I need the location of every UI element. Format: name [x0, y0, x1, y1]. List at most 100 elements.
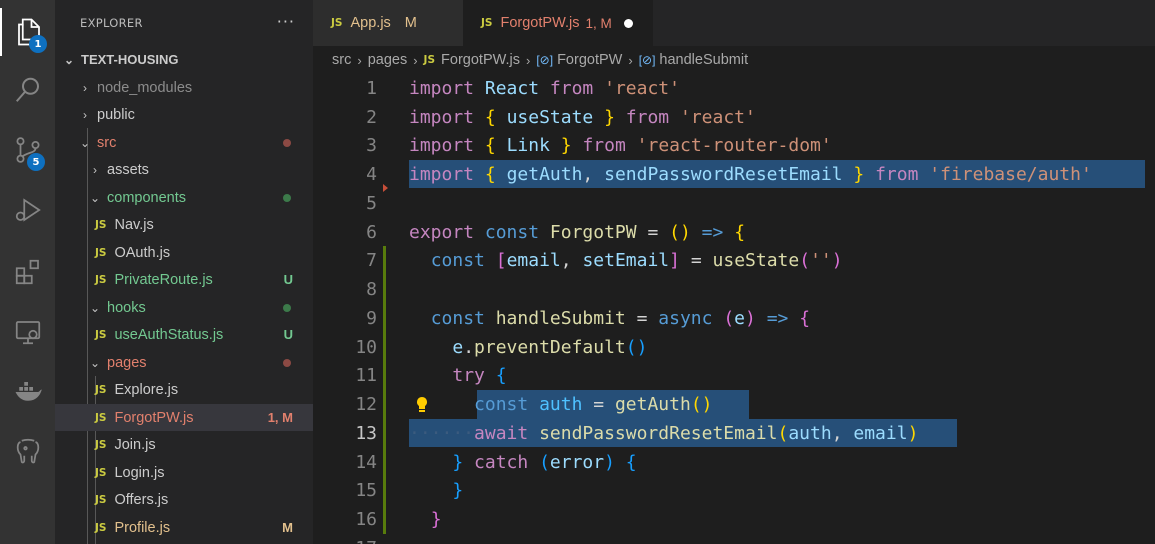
chevron-right-icon: › [83, 107, 87, 122]
source-control-badge: 5 [27, 153, 45, 171]
line-number: 2 [366, 107, 377, 128]
tree-item-nav-js[interactable]: JS Nav.js [55, 211, 313, 238]
tab-label: App.js [350, 15, 391, 31]
search-icon[interactable] [0, 66, 55, 114]
tree-item-label: ForgotPW.js [114, 409, 194, 426]
source-control-icon[interactable]: 5 [0, 126, 55, 174]
tree-item-profile-js[interactable]: JS Profile.js M [55, 514, 313, 541]
code-line: import { Link } from 'react-router-dom' [409, 135, 832, 156]
tab-forgotpw-js[interactable]: JS ForgotPW.js 1, M [463, 0, 653, 46]
breadcrumb: src › pages › JS ForgotPW.js › [⊘] Forgo… [313, 46, 1155, 74]
line-number: 6 [366, 222, 377, 243]
git-status: U [283, 327, 293, 342]
tree-item-assets[interactable]: › assets [55, 156, 313, 183]
explorer-icon[interactable]: 1 [0, 8, 55, 56]
breadcrumb-item[interactable]: src [332, 52, 351, 68]
run-debug-icon[interactable] [0, 186, 55, 234]
tree-item-login-js[interactable]: JS Login.js [55, 459, 313, 486]
tab-status: M [404, 15, 417, 31]
chevron-right-icon: › [357, 52, 362, 68]
tree-item-useauthstatus-js[interactable]: JS useAuthStatus.js U [55, 321, 313, 348]
explorer-sidebar: EXPLORER ··· ⌄ TEXT-HOUSING › node_modul… [55, 0, 313, 544]
tree-item-label: pages [107, 354, 147, 371]
line-number: 7 [366, 250, 377, 271]
line-number: 15 [355, 480, 377, 501]
js-file-icon: JS [95, 493, 107, 506]
extensions-icon[interactable] [0, 248, 55, 296]
code-editor[interactable]: 1 2 3 4 5 6 7 8 9 10 11 12 13 14 15 16 1… [313, 74, 1155, 544]
tab-app-js[interactable]: JS App.js M [313, 0, 463, 46]
tree-item-src[interactable]: ⌄ src [55, 129, 313, 156]
code-line: const handleSubmit = async (e) => { [430, 308, 811, 329]
more-actions-icon[interactable]: ··· [277, 12, 295, 31]
line-number: 3 [366, 135, 377, 156]
unsaved-dot-icon[interactable] [623, 18, 633, 28]
code-line: } [430, 509, 442, 530]
tree-item-label: Profile.js [114, 519, 171, 536]
database-icon[interactable] [0, 428, 55, 476]
tree-item-label: Join.js [114, 436, 156, 453]
tree-item-explore-js[interactable]: JS Explore.js [55, 376, 313, 403]
line-number: 5 [366, 193, 377, 214]
breadcrumb-item[interactable]: pages [368, 52, 408, 68]
js-file-icon: JS [95, 328, 107, 341]
tree-item-pages[interactable]: ⌄ pages [55, 349, 313, 376]
remote-explorer-icon[interactable] [0, 308, 55, 356]
chevron-right-icon: › [83, 80, 87, 95]
chevron-down-icon: ⌄ [89, 300, 101, 315]
chevron-down-icon: ⌄ [79, 135, 91, 150]
root-folder[interactable]: ⌄ TEXT-HOUSING [55, 46, 313, 73]
code-line: } catch (error) { [452, 452, 637, 473]
line-number: 13 [355, 423, 377, 444]
symbol-variable-icon: [⊘] [638, 53, 656, 67]
tree-item-components[interactable]: ⌄ components [55, 184, 313, 211]
tree-item-hooks[interactable]: ⌄ hooks [55, 294, 313, 321]
activity-bar: 1 5 [0, 0, 55, 544]
breadcrumb-item[interactable]: ForgotPW.js [441, 52, 520, 68]
code-line: const [email, setEmail] = useState('') [430, 250, 843, 271]
tree-item-offers-js[interactable]: JS Offers.js [55, 486, 313, 513]
chevron-down-icon: ⌄ [63, 52, 75, 67]
js-file-icon: JS [331, 17, 343, 29]
tab-label: ForgotPW.js [500, 15, 580, 31]
git-status: M [282, 520, 293, 535]
line-number: 1 [366, 78, 377, 99]
editor-tab-bar: JS App.js M JS ForgotPW.js 1, M [313, 0, 1155, 46]
js-file-icon: JS [481, 17, 493, 29]
js-file-icon: JS [95, 466, 107, 479]
untracked-dot [283, 193, 291, 202]
tab-status: 1, M [585, 15, 612, 31]
line-number: 4 [366, 164, 377, 185]
tree-item-privateroute-js[interactable]: JS PrivateRoute.js U [55, 266, 313, 293]
tree-item-label: hooks [107, 299, 146, 316]
tree-item-label: Explore.js [114, 381, 179, 398]
js-file-icon: JS [95, 273, 107, 286]
js-file-icon: JS [95, 521, 107, 534]
tree-item-node-modules[interactable]: › node_modules [55, 74, 313, 101]
tree-item-public[interactable]: › public [55, 101, 313, 128]
tree-item-forgotpw-js[interactable]: JS ForgotPW.js 1, M [55, 404, 313, 431]
js-file-icon: JS [95, 383, 107, 396]
tree-item-join-js[interactable]: JS Join.js [55, 431, 313, 458]
root-folder-label: TEXT-HOUSING [81, 52, 179, 67]
docker-icon[interactable] [0, 368, 55, 416]
git-status: U [283, 272, 293, 287]
js-file-icon: JS [95, 411, 107, 424]
breadcrumb-item[interactable]: handleSubmit [659, 52, 748, 68]
tree-item-label: PrivateRoute.js [114, 271, 213, 288]
tree-item-label: node_modules [97, 79, 193, 96]
breadcrumb-item[interactable]: ForgotPW [557, 52, 622, 68]
tree-item-label: Offers.js [114, 491, 169, 508]
explorer-title: EXPLORER [80, 16, 143, 30]
line-number: 8 [366, 279, 377, 300]
code-line: import React from 'react' [409, 78, 680, 99]
git-deleted-marker [383, 184, 388, 192]
chevron-right-icon: › [413, 52, 418, 68]
line-number: 12 [355, 394, 377, 415]
tree-item-label: assets [107, 161, 149, 178]
tree-item-label: useAuthStatus.js [114, 326, 224, 343]
tree-item-oauth-js[interactable]: JS OAuth.js [55, 239, 313, 266]
git-status: 1, M [267, 410, 293, 425]
chevron-right-icon: › [526, 52, 531, 68]
js-file-icon: JS [95, 218, 107, 231]
